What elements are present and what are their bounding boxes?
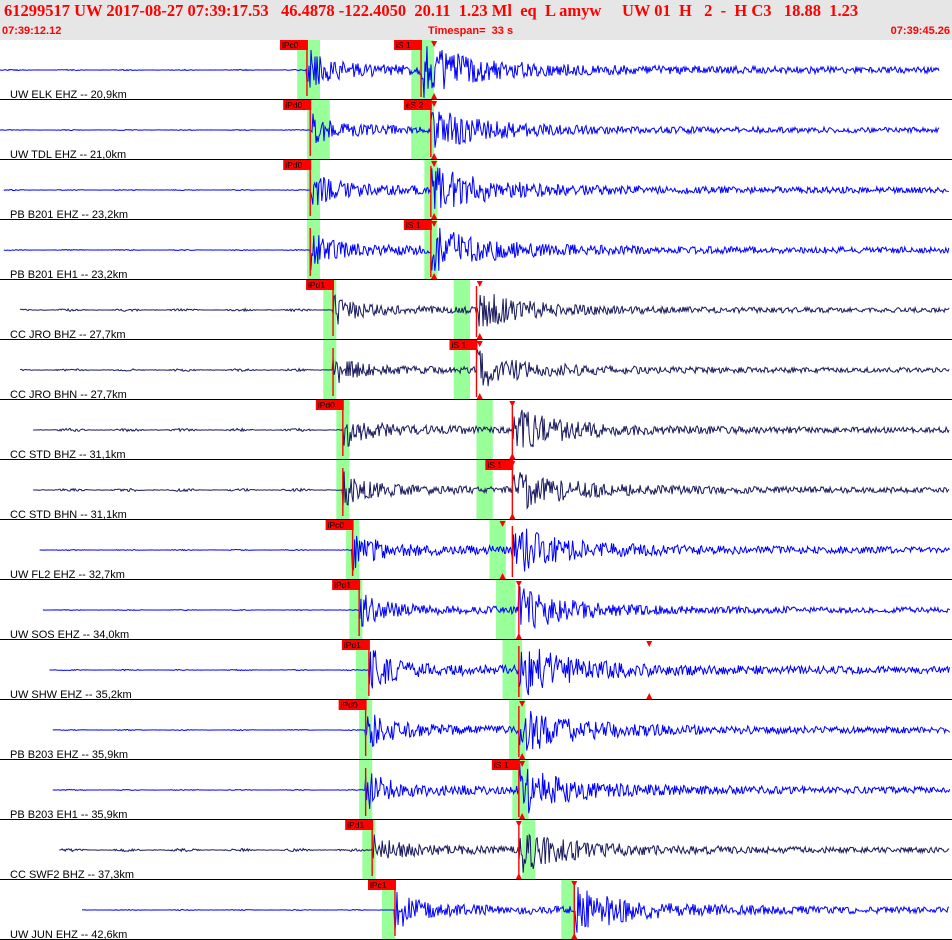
- p-pick-label: iPd1: [334, 580, 351, 590]
- theoretical-s-marker-bottom: [515, 633, 522, 639]
- theoretical-s-marker-bottom: [515, 873, 522, 879]
- waveform-trace: [0, 111, 940, 148]
- p-pick-label: iPd0: [341, 700, 358, 710]
- theoretical-s-marker-bottom: [509, 513, 516, 519]
- p-pick-label: iPc0: [282, 40, 299, 50]
- waveform-trace: [0, 46, 940, 98]
- end-time: 07:39:45.26: [890, 25, 950, 37]
- waveform-trace: [81, 887, 950, 933]
- seismogram-viewer: { "header": { "title": "61299517 UW 2017…: [0, 0, 952, 940]
- waveform-trace: [49, 648, 950, 696]
- theoretical-s-marker-bottom: [509, 453, 516, 459]
- waveform-trace: [3, 227, 950, 271]
- theoretical-s-marker-top: [476, 341, 483, 347]
- theoretical-s-marker-top: [515, 581, 522, 587]
- theoretical-s-marker-top: [646, 641, 653, 647]
- s-pick-label: iS 1: [396, 40, 411, 50]
- p-pick-label: iPd0: [285, 160, 302, 170]
- s-pick-label: eS 2: [406, 100, 424, 110]
- theoretical-s-marker-bottom: [646, 693, 653, 699]
- p-pick-label: iPd1: [308, 280, 325, 290]
- waveform-trace: [19, 294, 950, 327]
- waveform-trace: [19, 349, 950, 387]
- event-title: 61299517 UW 2017-08-27 07:39:17.53 46.48…: [4, 1, 859, 20]
- p-pick-label: iPc1: [370, 880, 387, 890]
- waveform-trace: [59, 833, 950, 873]
- p-pick-label: iPd0: [285, 100, 302, 110]
- theoretical-s-marker-top: [476, 281, 483, 287]
- timespan-label: Timespan= 33 s: [428, 25, 514, 37]
- p-pick-label: iPd1: [347, 820, 364, 830]
- waveform-trace: [3, 167, 950, 209]
- seismogram-traces: iPc0 iS 1UW ELK EHZ -- 20,9kmiPd0 eS 2UW T…: [0, 40, 952, 940]
- theoretical-s-marker-top: [515, 821, 522, 827]
- station-label: UW JUN EHZ -- 42,6km: [10, 929, 127, 940]
- s-pick-label: iS 1: [451, 340, 466, 350]
- start-time: 07:39:12.12: [2, 25, 62, 37]
- theoretical-s-marker-bottom: [476, 333, 483, 339]
- s-pick-label: iS 1: [494, 760, 509, 770]
- waveform-trace: [52, 710, 951, 751]
- p-pick-label: iPc0: [328, 520, 345, 530]
- s-pick-label: iS 1: [406, 220, 421, 230]
- s-window-band: [496, 580, 516, 640]
- theoretical-s-marker-top: [509, 401, 516, 407]
- header-bar: 61299517 UW 2017-08-27 07:39:17.53 46.48…: [0, 0, 952, 40]
- theoretical-s-marker-bottom: [476, 393, 483, 399]
- p-pick-label: iPd0: [318, 400, 335, 410]
- p-pick-label: iPd1: [344, 640, 361, 650]
- s-pick-label: iS 1: [487, 460, 502, 470]
- waveform-trace: [52, 763, 951, 814]
